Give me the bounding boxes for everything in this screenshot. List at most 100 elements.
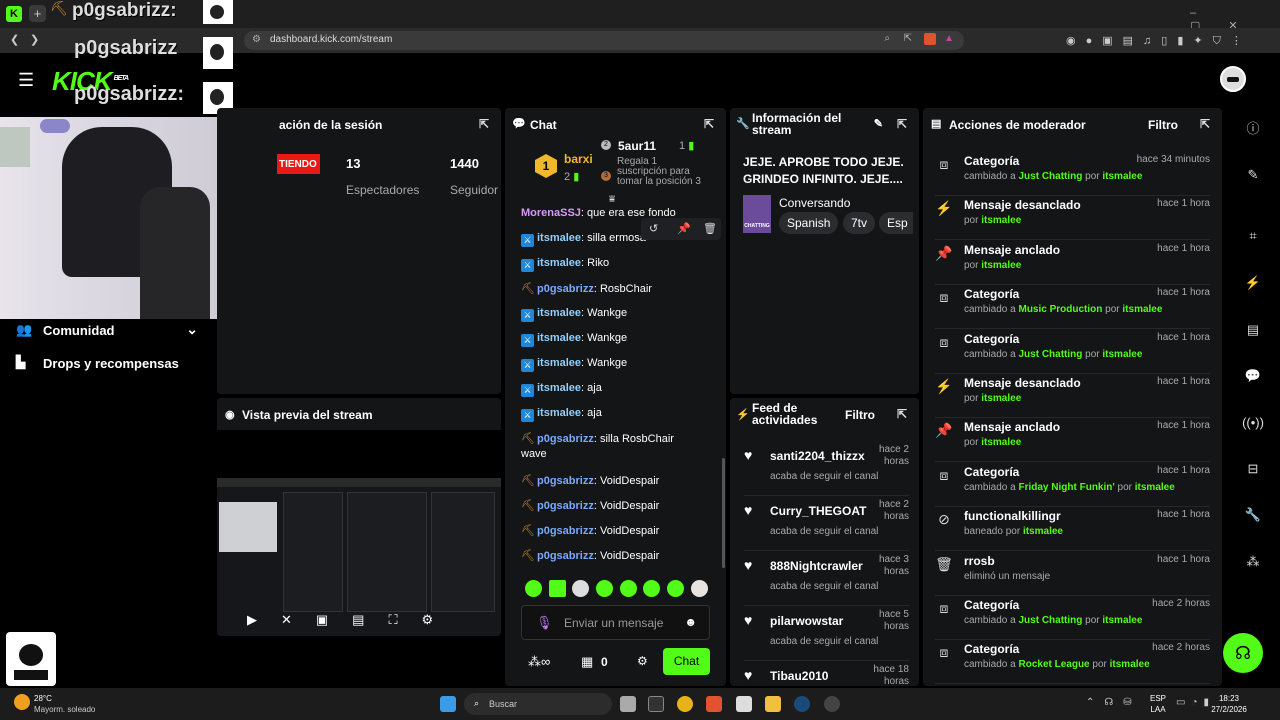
mod-action-by[interactable]: itsmalee	[1023, 526, 1063, 537]
notes-icon[interactable]: ▤	[1238, 315, 1268, 345]
mod-action-item[interactable]: ⧈ Categoría hace 1 hora cambiado a Just Cha…	[935, 330, 1210, 374]
emote-icon[interactable]	[620, 580, 637, 597]
chat-settings-icon[interactable]: ⚙	[637, 654, 648, 668]
chat-username[interactable]: itsmalee	[537, 357, 581, 369]
brave-icon[interactable]	[706, 696, 722, 712]
reply-icon[interactable]: ↺	[649, 222, 658, 235]
mod-action-by[interactable]: itsmalee	[981, 260, 1021, 271]
popout-icon[interactable]: ⇱	[897, 407, 907, 421]
feed-username[interactable]: 888Nightcrawler	[770, 559, 863, 573]
support-button[interactable]: ☊	[1223, 633, 1263, 673]
chat-send-button[interactable]: Chat	[663, 648, 710, 675]
share-icon[interactable]: ⇱	[904, 33, 912, 44]
emote-icon[interactable]	[596, 580, 613, 597]
mod-action-item[interactable]: ⚡ Mensaje desanclado hace 1 hora por itsmal…	[935, 374, 1210, 418]
extensions-icons[interactable]: ◉●▣▤♫▯▮✦⛉⋮	[1066, 34, 1252, 48]
zoom-icon[interactable]: ⌕	[884, 33, 890, 44]
chat-username[interactable]: itsmalee	[537, 332, 581, 344]
chat-username[interactable]: p0gsabrizz	[537, 550, 594, 562]
popout-icon[interactable]: ⇱	[897, 117, 907, 131]
delete-icon[interactable]: 🗑	[703, 222, 717, 235]
chat-message[interactable]: ⛏ p0gsabrizz: VoidDespair	[521, 549, 659, 562]
site-info-icon[interactable]: ⚙	[252, 34, 261, 45]
chrome-icon[interactable]	[677, 696, 693, 712]
mod-action-by[interactable]: itsmalee	[981, 215, 1021, 226]
feed-username[interactable]: pilarwowstar	[770, 614, 843, 628]
mod-action-item[interactable]: ⧈ Categoría hace 1 hora cambiado a Friday N…	[935, 463, 1210, 507]
mod-action-item[interactable]: ⧈ Categoría hace 1 hora cambiado a Music Pr…	[935, 285, 1210, 330]
layout-icon[interactable]: ⊟	[1238, 454, 1268, 484]
tray-icons[interactable]: ⌃☊⛁	[1086, 697, 1142, 708]
chat-username[interactable]: p0gsabrizz	[537, 475, 594, 487]
feed-item[interactable]: ♥ santi2204_thizzx hace 2 horas acaba de se…	[744, 441, 909, 496]
feed-item[interactable]: ♥ 888Nightcrawler hace 3 horas acaba de seg…	[744, 551, 909, 606]
popout-icon[interactable]: ⇱	[704, 117, 714, 131]
pin-icon[interactable]: 📌	[677, 222, 691, 235]
chat-input[interactable]: 🎙 Enviar un mensaje ☻	[521, 605, 710, 640]
preview-video[interactable]: ▶✕▣▤⛶⚙	[217, 478, 501, 636]
mod-action-target[interactable]: Just Chatting	[1018, 171, 1082, 182]
feed-username[interactable]: santi2204_thizzx	[770, 449, 865, 463]
emote-icon[interactable]	[667, 580, 684, 597]
menu-icon[interactable]: ☰	[18, 70, 34, 91]
rewards-icon[interactable]: ▲	[944, 33, 954, 44]
language-indicator[interactable]: ESP LAA	[1150, 693, 1166, 715]
clip-icon[interactable]: ⌗	[1238, 221, 1268, 251]
emote-icon[interactable]	[525, 580, 542, 597]
mod-action-item[interactable]: ⚡ Mensaje desanclado hace 1 hora por itsmal…	[935, 196, 1210, 241]
brave-shield-icon[interactable]	[924, 33, 936, 45]
mod-action-item[interactable]: 🗑 rrosb hace 1 hora eliminó un mensaje	[935, 552, 1210, 596]
emote-icon[interactable]	[643, 580, 660, 597]
popout-icon[interactable]: ⇱	[1200, 117, 1210, 131]
bolt-icon[interactable]: ⚡	[1238, 268, 1268, 298]
feed-filter-button[interactable]: Filtro	[845, 408, 875, 422]
chat-username[interactable]: p0gsabrizz	[537, 433, 594, 445]
terminal-icon[interactable]	[648, 696, 664, 712]
mod-action-by[interactable]: itsmalee	[981, 437, 1021, 448]
chat-username[interactable]: itsmalee	[537, 307, 581, 319]
mod-filter-button[interactable]: Filtro	[1148, 118, 1178, 132]
chat-message[interactable]: wave	[521, 448, 547, 460]
chat-message[interactable]: ⚔ itsmalee: Wankge	[521, 307, 627, 322]
emote-icon[interactable]	[549, 580, 566, 597]
chat-username[interactable]: itsmalee	[537, 382, 581, 394]
mod-action-by[interactable]: itsmalee	[1110, 659, 1150, 670]
mod-action-item[interactable]: ⧈ Categoría hace 34 minutos cambiado a Just…	[935, 152, 1210, 196]
mod-action-by[interactable]: itsmalee	[1135, 482, 1175, 493]
chat-username[interactable]: p0gsabrizz	[537, 283, 594, 295]
chat-message[interactable]: ⚔ itsmalee: aja	[521, 407, 602, 422]
store-app-icon[interactable]	[736, 696, 752, 712]
explorer-icon[interactable]	[765, 696, 781, 712]
back-icon[interactable]: ❮	[10, 33, 19, 46]
chat-message[interactable]: ⚔ itsmalee: aja	[521, 382, 602, 397]
feed-username[interactable]: Tibau2010	[770, 669, 828, 683]
chat-message[interactable]: ⛏ p0gsabrizz: silla RosbChair	[521, 432, 674, 445]
kick-tab-icon[interactable]: K	[6, 6, 22, 22]
emote-icon[interactable]	[572, 580, 589, 597]
feed-item[interactable]: ♥ Curry_THEGOAT hace 2 horas acaba de segui…	[744, 496, 909, 551]
mod-action-target[interactable]: Just Chatting	[1018, 615, 1082, 626]
taskbar-search[interactable]: ⌕ Buscar	[464, 693, 612, 715]
mod-action-item[interactable]: 📌 Mensaje anclado hace 1 hora por itsmalee	[935, 241, 1210, 285]
start-icon[interactable]	[440, 696, 456, 712]
mod-action-item[interactable]: ⧈ Categoría hace 2 horas cambiado a Rocket …	[935, 640, 1210, 685]
info-icon[interactable]: ⓘ	[1238, 114, 1268, 144]
url-input[interactable]: ⚙ dashboard.kick.com/stream ⌕ ⇱ ▲	[244, 31, 964, 50]
chat-username[interactable]: itsmalee	[537, 232, 581, 244]
edit-icon[interactable]: ✎	[874, 117, 883, 130]
task-view-icon[interactable]	[620, 696, 636, 712]
chat-username[interactable]: p0gsabrizz	[537, 500, 594, 512]
community-icon[interactable]: ⁂	[1238, 547, 1268, 577]
edit-icon[interactable]: ✎	[1238, 160, 1268, 190]
chat-bubble-icon[interactable]: 💬	[1238, 361, 1268, 391]
wrench-icon[interactable]: 🔧	[1238, 500, 1268, 530]
mod-action-by[interactable]: itsmalee	[1102, 615, 1142, 626]
chat-username[interactable]: itsmalee	[537, 407, 581, 419]
mod-action-item[interactable]: 📌 Mensaje anclado hace 1 hora por itsmalee	[935, 418, 1210, 463]
chat-message[interactable]: ⚔ itsmalee: Riko	[521, 257, 609, 272]
store-icon[interactable]: ▦	[581, 654, 593, 670]
obs-icon[interactable]	[824, 696, 840, 712]
chat-username[interactable]: itsmalee	[537, 257, 581, 269]
mod-action-by[interactable]: itsmalee	[981, 393, 1021, 404]
mod-action-by[interactable]: itsmalee	[1102, 349, 1142, 360]
